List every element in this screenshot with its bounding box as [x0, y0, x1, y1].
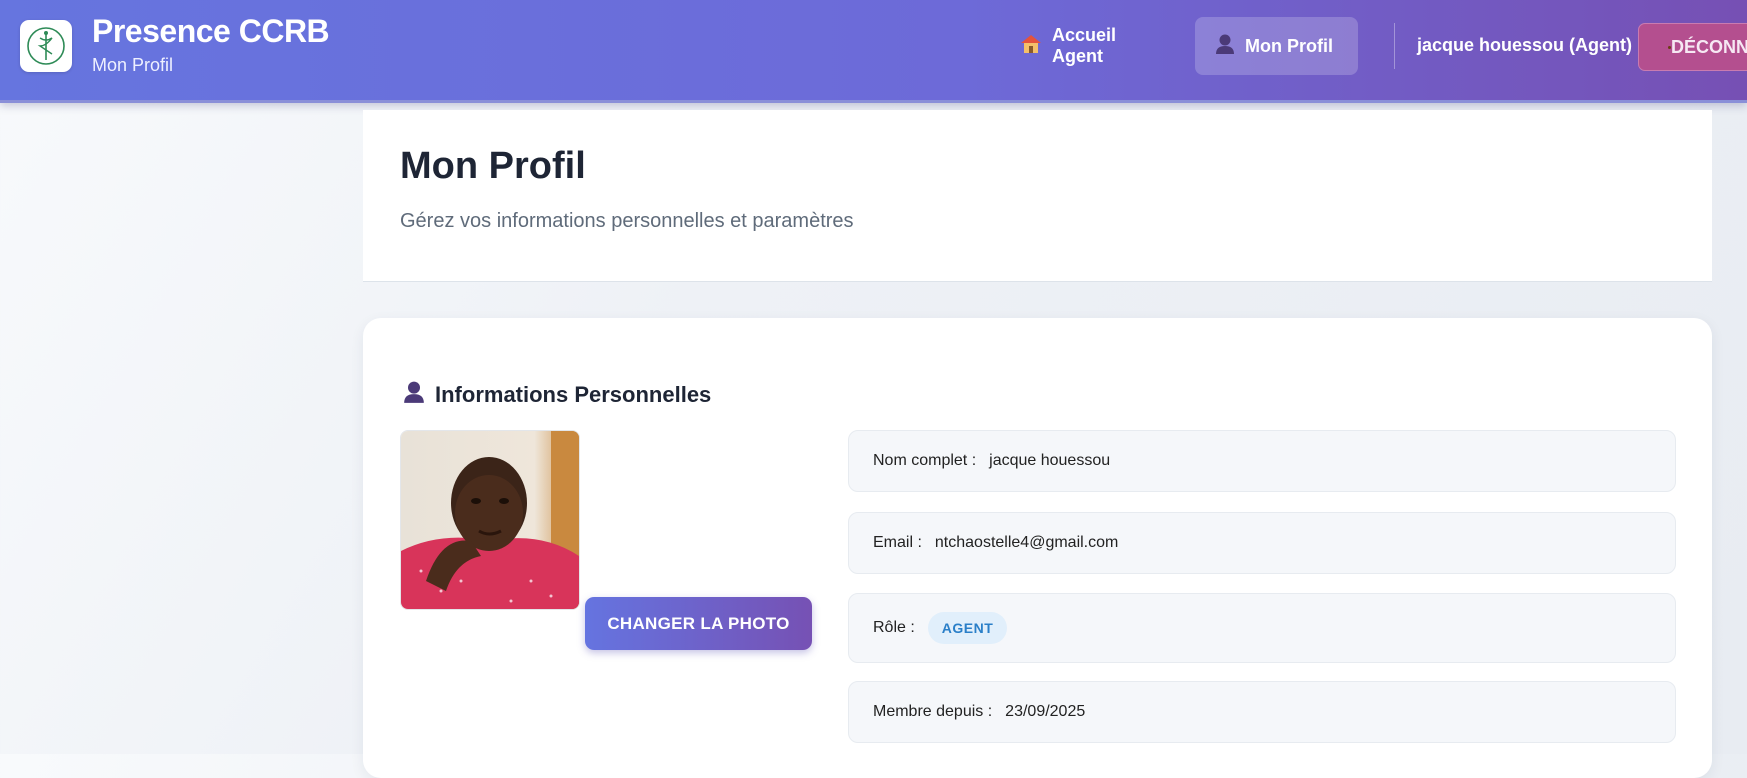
current-user-label: jacque houessou (Agent): [1417, 35, 1633, 55]
role-label: Rôle :: [873, 619, 915, 636]
member-since-value: 23/09/2025: [1005, 703, 1086, 720]
email-field: Email : ntchaostelle4@gmail.com: [848, 512, 1676, 574]
profile-photo: [400, 430, 580, 610]
page-subtitle: Gérez vos informations personnelles et p…: [400, 210, 854, 232]
section-title: Informations Personnelles: [403, 380, 711, 410]
nav-home-link[interactable]: Accueil Agent: [1000, 17, 1180, 75]
role-field: Rôle : AGENT: [848, 593, 1676, 663]
logout-label: DÉCONNEXION: [1671, 36, 1747, 57]
app-subtitle: Mon Profil: [92, 55, 174, 75]
user-silhouette-icon: [1215, 33, 1235, 60]
email-label: Email :: [873, 534, 922, 551]
user-silhouette-icon: [403, 380, 425, 410]
app-title: Presence CCRB: [92, 13, 330, 49]
page-title: Mon Profil: [400, 145, 586, 187]
house-icon: [1020, 33, 1042, 60]
logout-button[interactable]: DÉCONNEXION: [1638, 23, 1747, 71]
nav-divider: [1394, 23, 1395, 69]
member-since-label: Membre depuis :: [873, 703, 993, 720]
change-photo-button[interactable]: CHANGER LA PHOTO: [585, 597, 812, 650]
top-navbar: Presence CCRB Mon Profil Accueil Agent M…: [0, 0, 1747, 103]
full-name-field: Nom complet : jacque houessou: [848, 430, 1676, 492]
section-title-text: Informations Personnelles: [435, 382, 712, 407]
caduceus-logo-icon[interactable]: [20, 20, 72, 72]
page-header-card: Mon Profil Gérez vos informations person…: [363, 110, 1712, 282]
nav-profile-label: Mon Profil: [1245, 35, 1333, 56]
nav-profile-link[interactable]: Mon Profil: [1195, 17, 1358, 75]
full-name-value: jacque houessou: [989, 452, 1111, 469]
email-value: ntchaostelle4@gmail.com: [934, 534, 1119, 551]
member-since-field: Membre depuis : 23/09/2025: [848, 681, 1676, 743]
personal-info-card: Informations Personnelles CHANGER LA PHO…: [363, 318, 1712, 778]
role-badge: AGENT: [927, 612, 1008, 644]
full-name-label: Nom complet :: [873, 452, 977, 469]
nav-home-label: Accueil Agent: [1052, 25, 1117, 66]
